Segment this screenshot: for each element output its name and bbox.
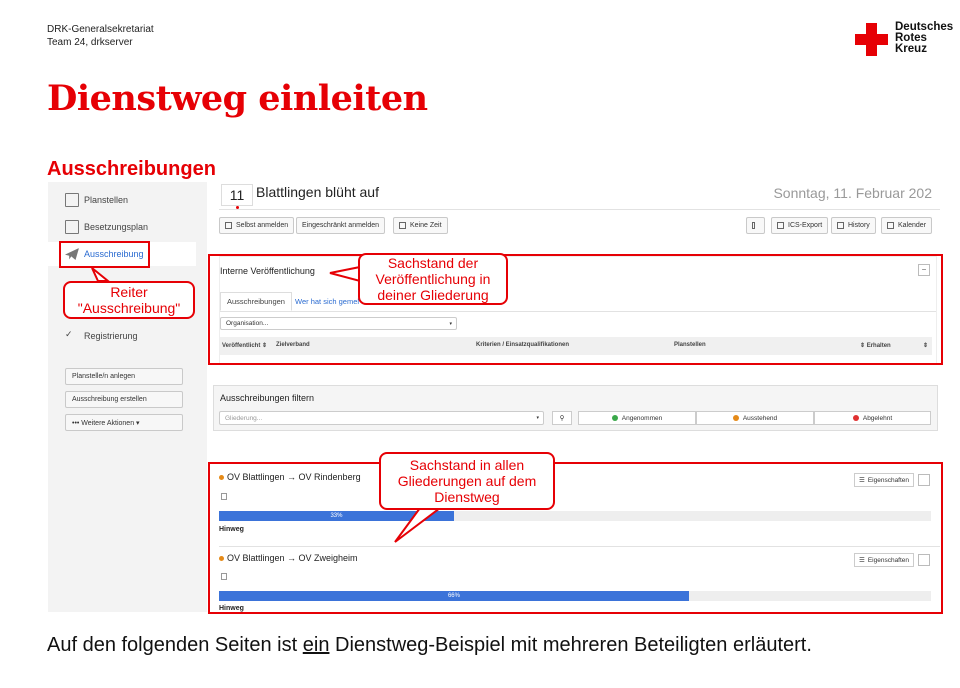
bottom-text-underlined: ein xyxy=(302,634,330,656)
calendar-icon xyxy=(887,222,894,229)
callout-line: Veröffentlichung in xyxy=(375,271,491,287)
callout-line: Reiter xyxy=(110,284,148,300)
weitere-aktionen-button[interactable]: ••• Weitere Aktionen ▾ xyxy=(65,414,183,431)
filter-ausstehend-button[interactable]: Ausstehend xyxy=(696,411,814,425)
logo-line-3: Kreuz xyxy=(895,43,927,55)
callout-line: deiner Gliederung xyxy=(377,287,489,303)
callout-line: Sachstand der xyxy=(387,255,479,271)
clipboard-icon xyxy=(65,193,79,207)
section-subtitle: Ausschreibungen xyxy=(47,158,216,180)
button-label: Abgelehnt xyxy=(862,414,893,422)
filter-abgelehnt-button[interactable]: Abgelehnt xyxy=(814,411,931,425)
button-label: History xyxy=(848,222,870,229)
sidebar-item-besetzungsplan[interactable]: Besetzungsplan xyxy=(65,215,148,239)
logo-text: Deutsches Rotes Kreuz xyxy=(895,21,953,55)
delete-button[interactable] xyxy=(746,217,765,234)
red-dot-icon xyxy=(852,415,859,421)
gliederung-placeholder: Gliederung... xyxy=(225,414,263,422)
callout-reiter: Reiter "Ausschreibung" xyxy=(63,281,195,319)
drk-logo: Deutsches Rotes Kreuz xyxy=(855,21,960,58)
event-title: Blattlingen blüht auf xyxy=(256,184,379,200)
button-label: Kalender xyxy=(898,222,927,229)
ausschreibung-erstellen-button[interactable]: Ausschreibung erstellen xyxy=(65,391,183,408)
planstelle-anlegen-button[interactable]: Planstelle/n anlegen xyxy=(65,368,183,385)
event-day: 11 xyxy=(221,184,253,206)
download-icon xyxy=(777,222,784,229)
filter-title: Ausschreibungen filtern xyxy=(220,393,315,403)
callout-line: Sachstand in allen xyxy=(409,457,525,473)
callout-line: "Ausschreibung" xyxy=(77,300,181,316)
filter-angenommen-button[interactable]: Angenommen xyxy=(578,411,696,425)
org-line-2: Team 24, drkserver xyxy=(47,37,133,48)
history-icon xyxy=(837,222,844,229)
orange-dot-icon xyxy=(732,415,739,421)
bottom-text-part: Dienstweg-Beispiel mit mehreren Beteilig… xyxy=(329,634,812,656)
callout-sachstand-dienstweg: Sachstand in allen Gliederungen auf dem … xyxy=(379,452,555,510)
gliederung-input[interactable]: Gliederung... ▾ xyxy=(219,411,544,425)
callout-sachstand-gliederung: Sachstand der Veröffentlichung in deiner… xyxy=(358,253,508,305)
green-dot-icon xyxy=(611,415,618,421)
page-title: Dienstweg einleiten xyxy=(47,78,428,119)
chevron-down-icon: ▾ xyxy=(536,415,539,421)
eingeschraenkt-anmelden-button[interactable]: Eingeschränkt anmelden xyxy=(296,217,386,234)
keine-zeit-button[interactable]: Keine Zeit xyxy=(393,217,448,234)
sidebar-item-label: Registrierung xyxy=(84,331,138,341)
sidebar-item-label: Besetzungsplan xyxy=(84,222,149,232)
ics-export-button[interactable]: ICS-Export xyxy=(771,217,829,234)
event-date: Sonntag, 11. Februar 202 xyxy=(773,185,932,201)
user-icon xyxy=(399,222,406,229)
bottom-text: Auf den folgenden Seiten ist ein Dienstw… xyxy=(47,632,907,659)
kalender-button[interactable]: Kalender xyxy=(881,217,933,234)
organisation-info: DRK-Generalsekretariat Team 24, drkserve… xyxy=(47,23,154,49)
button-label: Selbst anmelden xyxy=(236,222,289,229)
history-button[interactable]: History xyxy=(831,217,876,234)
sidebar-item-label: Planstellen xyxy=(84,195,129,205)
org-line-1: DRK-Generalsekretariat xyxy=(47,24,154,35)
callout-line: Dienstweg xyxy=(434,489,500,505)
trash-icon xyxy=(752,222,755,229)
button-label: Ausstehend xyxy=(742,414,778,422)
grid-icon xyxy=(65,220,79,234)
highlight-routes xyxy=(208,462,943,614)
user-icon xyxy=(225,222,232,229)
divider xyxy=(219,209,940,210)
button-label: Keine Zeit xyxy=(410,222,442,229)
highlight-internal-publication xyxy=(208,254,943,365)
highlight-ausschreibung-tab xyxy=(59,241,150,268)
selbst-anmelden-button[interactable]: Selbst anmelden xyxy=(219,217,295,234)
checklist-icon: ✓ xyxy=(65,329,73,339)
sidebar-item-planstellen[interactable]: Planstellen xyxy=(65,188,128,212)
button-label: ICS-Export xyxy=(788,222,823,229)
red-cross-icon xyxy=(855,23,888,56)
button-label: Angenommen xyxy=(621,414,663,422)
sidebar-item-registrierung[interactable]: ✓ Registrierung xyxy=(65,324,138,348)
bottom-text-part: Auf den folgenden Seiten ist xyxy=(47,634,303,656)
callout-line: Gliederungen auf dem xyxy=(397,473,537,489)
search-icon[interactable]: ⚲ xyxy=(552,411,572,425)
